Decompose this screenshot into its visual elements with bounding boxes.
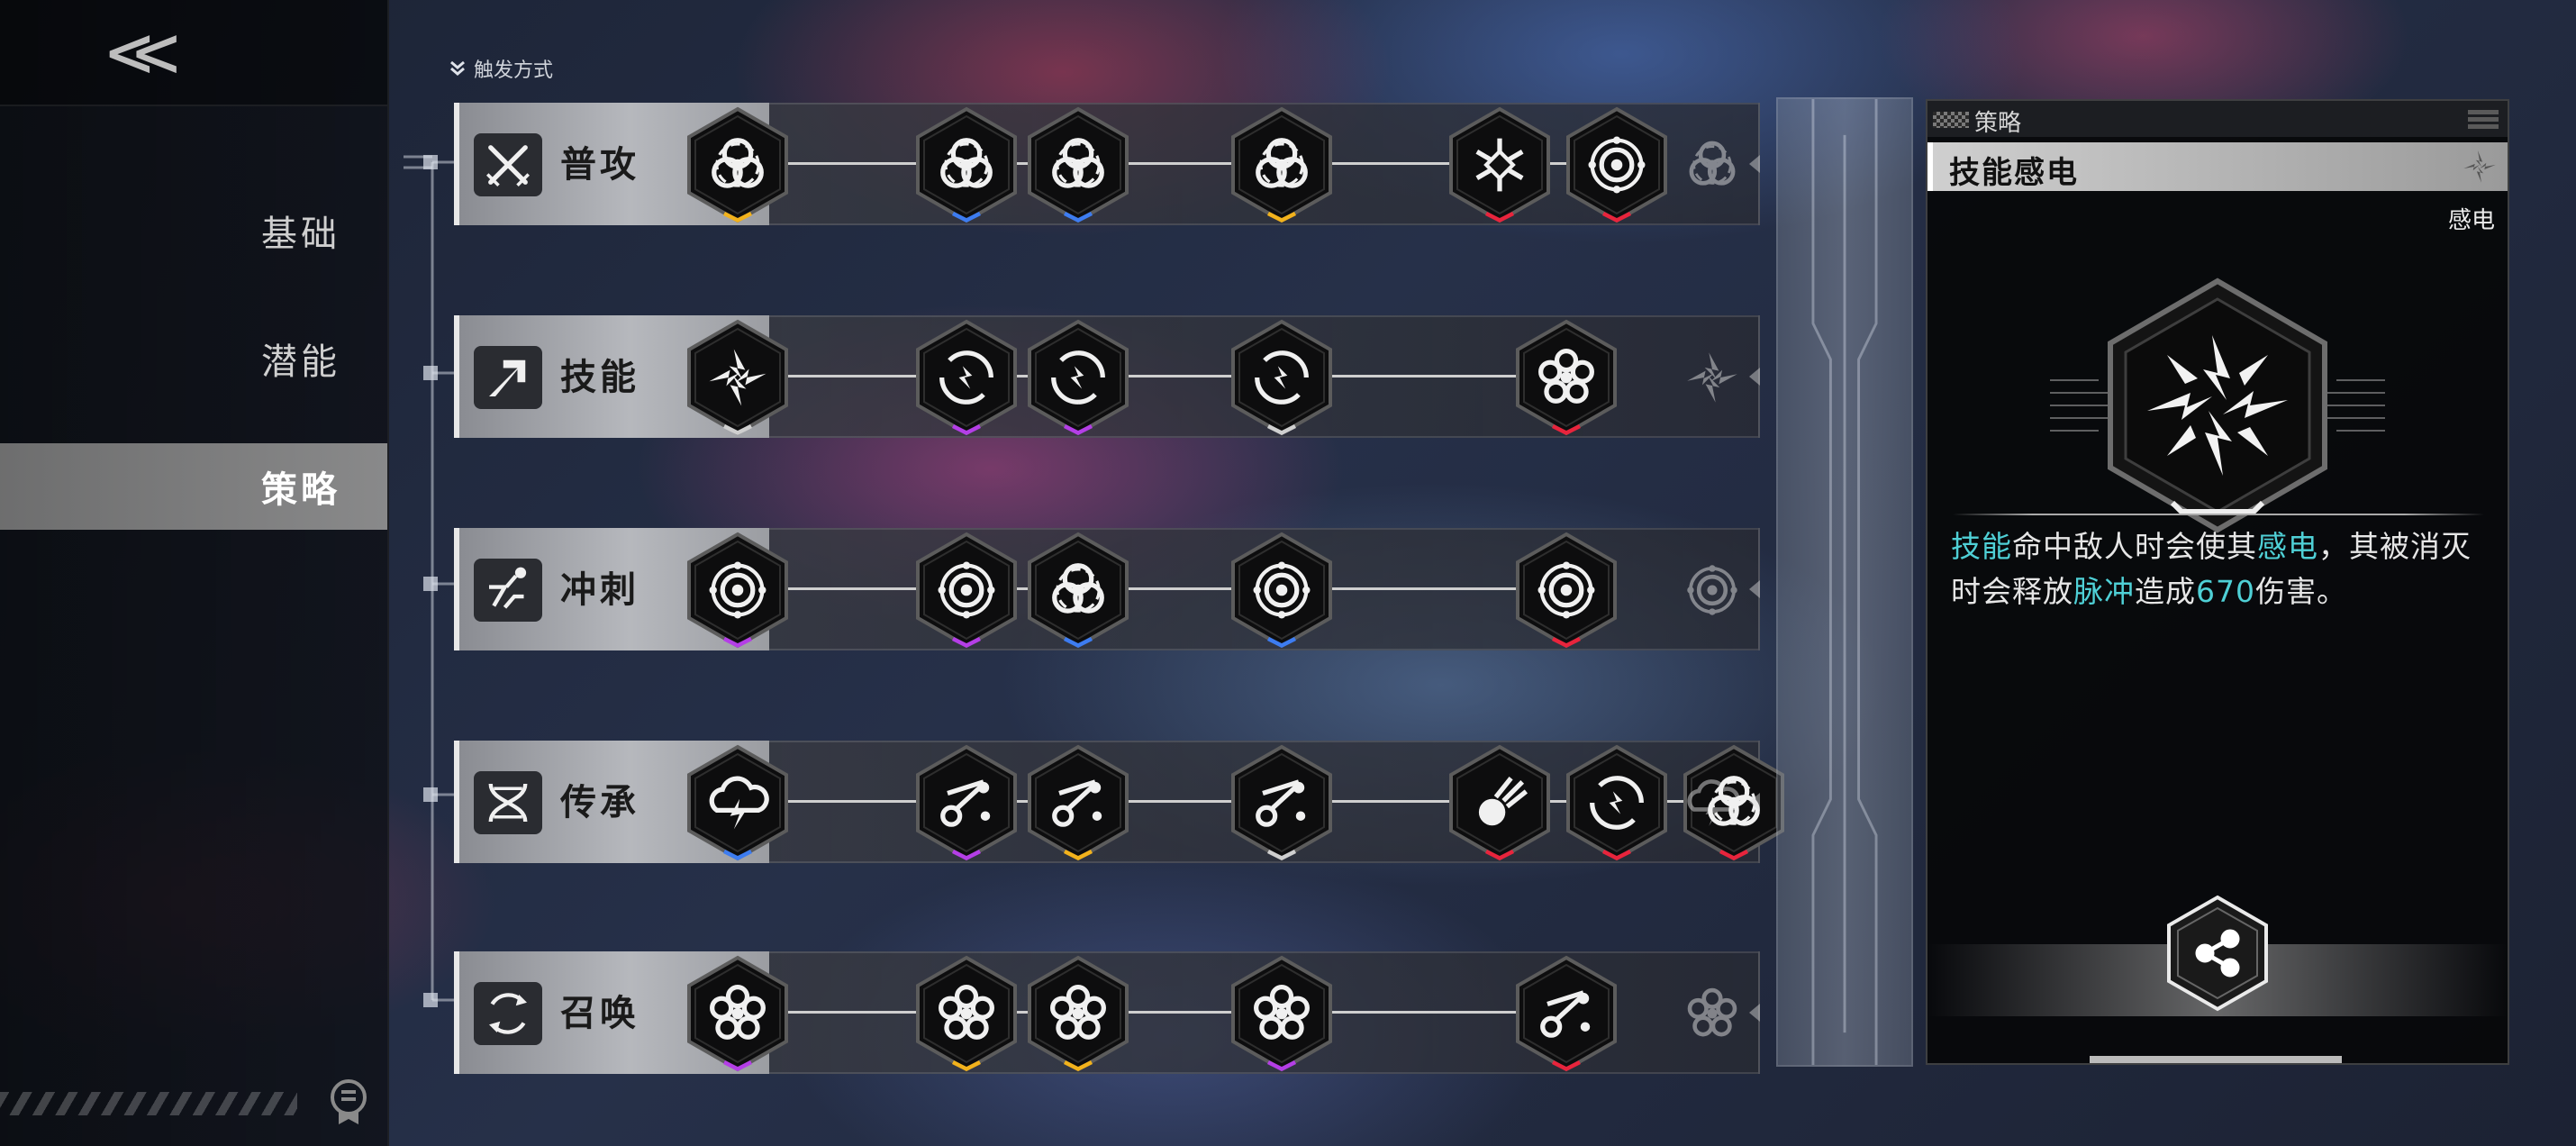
caret-left-icon [1749,793,1760,811]
strategy-row: 召唤 [454,951,1760,1074]
strategy-node[interactable] [1225,319,1338,436]
arrow-dash-icon [474,346,542,409]
strategy-node[interactable] [910,532,1023,649]
trigger-mode-header[interactable]: 触发方式 [449,54,553,83]
nav-item-label: 策略 [261,469,340,511]
strategy-node[interactable] [1021,319,1135,436]
summon-icon [474,982,542,1045]
caret-left-icon [1749,368,1760,386]
strategy-node[interactable] [910,955,1023,1072]
caret-left-icon [1749,580,1760,598]
double-chevron-left-icon: << [106,7,179,97]
strategy-row: 普攻 [454,103,1760,225]
nav-item-basic[interactable]: 基础 [0,187,387,274]
strategy-node[interactable] [681,955,794,1072]
dash-runner-icon [474,559,542,622]
stack-icon [2468,110,2499,129]
strategy-node[interactable] [910,106,1023,223]
row-label: 普攻 [560,144,639,186]
strategy-node[interactable] [910,319,1023,436]
detail-panel: 策略 技能感电 感电 技能命中敌人时会使其感电，其被消灭时会释放脉冲造成670伤… [1926,99,2509,1065]
highlight-keyword: 670 [2196,574,2255,609]
strategy-node[interactable] [1443,106,1556,223]
panel-title: 技能感电 [1949,155,2079,191]
row-label: 冲刺 [560,569,639,611]
shock-icon [2463,150,2496,183]
row-label: 召唤 [560,993,639,1034]
decorative-divider [1776,97,1913,1067]
nav-item-label: 潜能 [261,341,340,383]
row-label: 技能 [560,357,639,398]
connector-tree [404,155,456,1007]
strategy-node[interactable] [1021,744,1135,861]
locked-node-icon [1687,352,1737,403]
strategy-node[interactable] [1225,955,1338,1072]
locked-node-icon [1687,779,1740,826]
share-button[interactable] [2160,894,2275,1013]
separator [1953,514,2484,515]
double-chevron-down-icon [450,60,465,76]
strategy-node[interactable] [1021,532,1135,649]
nav-item-label: 基础 [261,214,340,255]
panel-bottom-bar [2090,1056,2342,1063]
strategy-row: 传承 [454,741,1784,863]
caret-left-icon [1749,155,1760,173]
guide-icon[interactable] [326,1078,371,1128]
panel-title-bar: 技能感电 [1927,142,2508,191]
panel-header: 策略 [1927,101,2508,137]
decorative-stripes [0,1092,297,1115]
description-text: 造成 [2135,574,2196,609]
back-button[interactable]: << [0,0,387,106]
strategy-node[interactable] [910,744,1023,861]
strategy-row: 冲刺 [454,528,1760,650]
caret-left-icon [1749,1004,1760,1022]
strategy-node[interactable] [681,106,794,223]
connector-line [735,1011,1564,1014]
connector-line [735,587,1564,590]
strategy-row: 技能 [454,315,1760,438]
strategy-node[interactable] [1510,955,1623,1072]
strategy-node[interactable] [681,532,794,649]
strategy-node[interactable] [1510,532,1623,649]
dna-icon [474,771,542,834]
row-label: 传承 [560,782,639,823]
highlight-keyword: 技能 [1951,529,2012,564]
strategy-node[interactable] [681,744,794,861]
locked-node-icon [1687,565,1737,615]
description-text: 伤害。 [2255,574,2347,609]
highlight-keyword: 感电 [2257,529,2318,564]
description-text: 命中敌人时会使其 [2012,529,2257,564]
cross-swords-icon [474,133,542,196]
trigger-mode-label: 触发方式 [474,59,554,82]
checker-icon [1933,112,1969,128]
nav-item-strategy[interactable]: 策略 [0,443,387,530]
strategy-node[interactable] [1225,744,1338,861]
strategy-node[interactable] [1021,955,1135,1072]
sidebar: << 基础 潜能 策略 [0,0,389,1146]
strategy-node[interactable] [1225,106,1338,223]
panel-tag: 策略 [1974,110,2022,137]
locked-node-icon [1689,141,1736,186]
strategy-node[interactable] [1021,106,1135,223]
connector-line [735,375,1564,377]
strategy-node[interactable] [1443,744,1556,861]
strategy-node[interactable] [1560,744,1673,861]
strategy-node[interactable] [1510,319,1623,436]
strategy-node[interactable] [1225,532,1338,649]
element-badge: 感电 [2447,207,2495,234]
strategy-description: 技能命中敌人时会使其感电，其被消灭时会释放脉冲造成670伤害。 [1951,524,2491,614]
nav-item-potential[interactable]: 潜能 [0,315,387,402]
highlight-keyword: 脉冲 [2073,574,2135,609]
locked-node-icon [1687,987,1737,1037]
strategy-node[interactable] [681,319,794,436]
strategy-node[interactable] [1560,106,1673,223]
